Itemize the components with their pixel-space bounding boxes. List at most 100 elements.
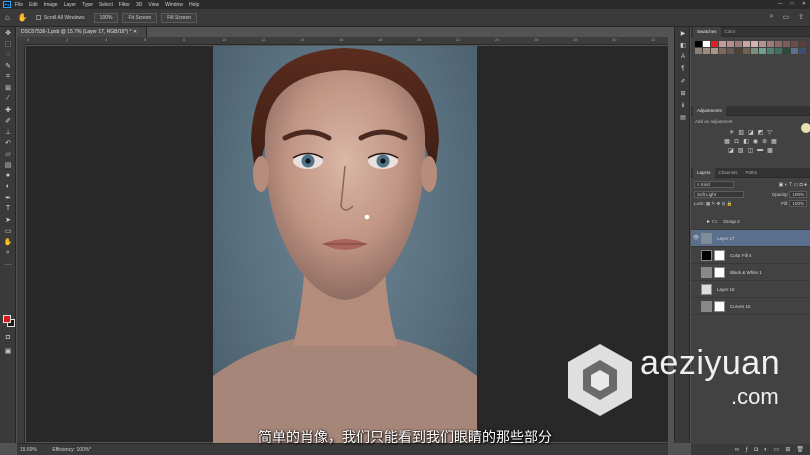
color-swatch[interactable] <box>727 41 734 47</box>
properties-panel-icon[interactable]: ⊞ <box>675 87 691 99</box>
search-icon[interactable]: ⌕ <box>770 13 774 21</box>
scroll-all-windows-checkbox[interactable] <box>35 15 41 20</box>
color-swatch[interactable] <box>711 41 718 47</box>
menu-view[interactable]: View <box>148 2 159 8</box>
foreground-color-swatch[interactable] <box>3 315 11 323</box>
hand-tool-icon[interactable]: ✋ <box>0 236 16 247</box>
fill-screen-button[interactable]: Fill Screen <box>161 12 197 23</box>
new-adjustment-icon[interactable]: ◐ <box>764 447 768 453</box>
add-mask-icon[interactable]: ◘ <box>754 447 758 453</box>
color-swatch[interactable] <box>711 48 718 54</box>
invert-icon[interactable]: ◪ <box>728 147 734 154</box>
character-panel-icon[interactable]: A <box>675 51 691 63</box>
tab-swatches[interactable]: Swatches <box>693 26 721 37</box>
close-tab-icon[interactable]: ✕ <box>133 29 137 35</box>
crop-tool-icon[interactable]: ⌗ <box>0 71 16 82</box>
hue-saturation-icon[interactable]: ▦ <box>724 138 730 145</box>
eyedropper-tool-icon[interactable]: ⁄ <box>0 93 16 104</box>
color-swatch[interactable] <box>743 41 750 47</box>
more-tools-icon[interactable]: … <box>0 258 16 269</box>
layer-row[interactable]: ▸ ▭ Group 2 <box>691 213 810 230</box>
menu-layer[interactable]: Layer <box>64 2 77 8</box>
selective-color-icon[interactable]: ▩ <box>767 147 773 154</box>
color-swatch[interactable] <box>727 48 734 54</box>
color-swatch[interactable] <box>759 41 766 47</box>
layer-mask-thumbnail[interactable] <box>714 266 725 278</box>
opacity-field[interactable]: 100% <box>789 190 807 198</box>
dodge-tool-icon[interactable]: ◐ <box>0 181 16 192</box>
link-layers-icon[interactable]: ∞ <box>735 447 739 453</box>
brush-panel-icon[interactable]: ✐ <box>675 75 691 87</box>
zoom-tool-icon[interactable]: ⌕ <box>0 247 16 258</box>
play-icon[interactable]: ▶ <box>675 27 691 39</box>
layer-thumbnail[interactable] <box>701 232 712 244</box>
color-swatch[interactable] <box>767 41 774 47</box>
color-swatch[interactable] <box>735 41 742 47</box>
color-swatch[interactable] <box>775 48 782 54</box>
quick-select-tool-icon[interactable]: ✎ <box>0 60 16 71</box>
color-swatch[interactable] <box>695 48 702 54</box>
blur-tool-icon[interactable]: ● <box>0 170 16 181</box>
screen-mode-icon[interactable]: ▣ <box>0 345 16 356</box>
maximize-icon[interactable]: □ <box>791 1 794 7</box>
folder-icon[interactable]: ▸ ▭ <box>707 218 717 225</box>
menu-image[interactable]: Image <box>44 2 58 8</box>
menu-select[interactable]: Select <box>99 2 113 8</box>
menu-filter[interactable]: Filter <box>119 2 130 8</box>
hand-tool-icon[interactable]: ✋ <box>18 13 28 22</box>
filter-icons[interactable]: ▣ ◐ T ▭ ◘ ● <box>779 182 807 188</box>
menu-file[interactable]: File <box>15 2 23 8</box>
color-swatches[interactable] <box>3 315 15 327</box>
layer-row[interactable]: Color Fill 4 <box>691 247 810 264</box>
color-swatch[interactable] <box>775 41 782 47</box>
status-zoom[interactable]: 15.69% <box>20 447 37 453</box>
pen-tool-icon[interactable]: ✒ <box>0 192 16 203</box>
color-swatch[interactable] <box>767 48 774 54</box>
fill-field[interactable]: 100% <box>789 200 807 207</box>
layer-thumbnail[interactable] <box>701 300 712 312</box>
shape-tool-icon[interactable]: ▭ <box>0 225 16 236</box>
layer-mask-thumbnail[interactable] <box>714 249 725 261</box>
brush-tool-icon[interactable]: ✐ <box>0 115 16 126</box>
color-swatch[interactable] <box>791 41 798 47</box>
gradient-map-icon[interactable]: ▬ <box>757 147 763 154</box>
workspace-icon[interactable]: ▭ <box>783 13 790 21</box>
lasso-tool-icon[interactable]: ◌ <box>0 49 16 60</box>
menu-window[interactable]: Window <box>165 2 183 8</box>
channel-mixer-icon[interactable]: ⊛ <box>762 138 767 145</box>
delete-layer-icon[interactable]: 🗑 <box>796 446 804 453</box>
color-swatch[interactable] <box>719 48 726 54</box>
color-swatch[interactable] <box>743 48 750 54</box>
move-tool-icon[interactable]: ✥ <box>0 27 16 38</box>
close-icon[interactable]: ✕ <box>802 1 806 7</box>
color-swatch[interactable] <box>751 41 758 47</box>
layer-mask-thumbnail[interactable] <box>714 300 725 312</box>
gradient-tool-icon[interactable]: ▤ <box>0 159 16 170</box>
fit-screen-button[interactable]: Fit Screen <box>122 12 158 23</box>
history-brush-tool-icon[interactable]: ↶ <box>0 137 16 148</box>
tab-paths[interactable]: Paths <box>742 170 762 175</box>
healing-brush-tool-icon[interactable]: ✚ <box>0 104 16 115</box>
horizontal-ruler[interactable]: 0 2 4 6 8 10 12 14 16 18 20 22 24 26 28 30 32 <box>25 37 668 45</box>
share-icon[interactable]: ⇪ <box>798 13 804 21</box>
zoom-100-button[interactable]: 100% <box>93 12 119 23</box>
vertical-ruler[interactable] <box>17 45 25 443</box>
color-balance-icon[interactable]: ⚖ <box>734 138 739 145</box>
marquee-tool-icon[interactable]: ⬚ <box>0 38 16 49</box>
layer-row[interactable]: 👁 Layer 17 <box>691 230 810 247</box>
color-swatch[interactable] <box>703 48 710 54</box>
tab-layers[interactable]: Layers <box>693 167 715 178</box>
color-panel-icon[interactable]: ◧ <box>675 39 691 51</box>
portrait-photo[interactable] <box>213 46 477 446</box>
brightness-contrast-icon[interactable]: ☀ <box>729 129 734 136</box>
color-swatch[interactable] <box>791 48 798 54</box>
path-select-tool-icon[interactable]: ➤ <box>0 214 16 225</box>
eraser-tool-icon[interactable]: ▱ <box>0 148 16 159</box>
threshold-icon[interactable]: ◫ <box>748 147 754 154</box>
clone-stamp-tool-icon[interactable]: ⊥ <box>0 126 16 137</box>
fx-icon[interactable]: ƒ <box>745 447 748 453</box>
layer-row[interactable]: Curves 15 <box>691 298 810 315</box>
tab-channels[interactable]: Channels <box>715 170 742 175</box>
paragraph-panel-icon[interactable]: ¶ <box>675 63 691 75</box>
color-swatch[interactable] <box>799 41 806 47</box>
